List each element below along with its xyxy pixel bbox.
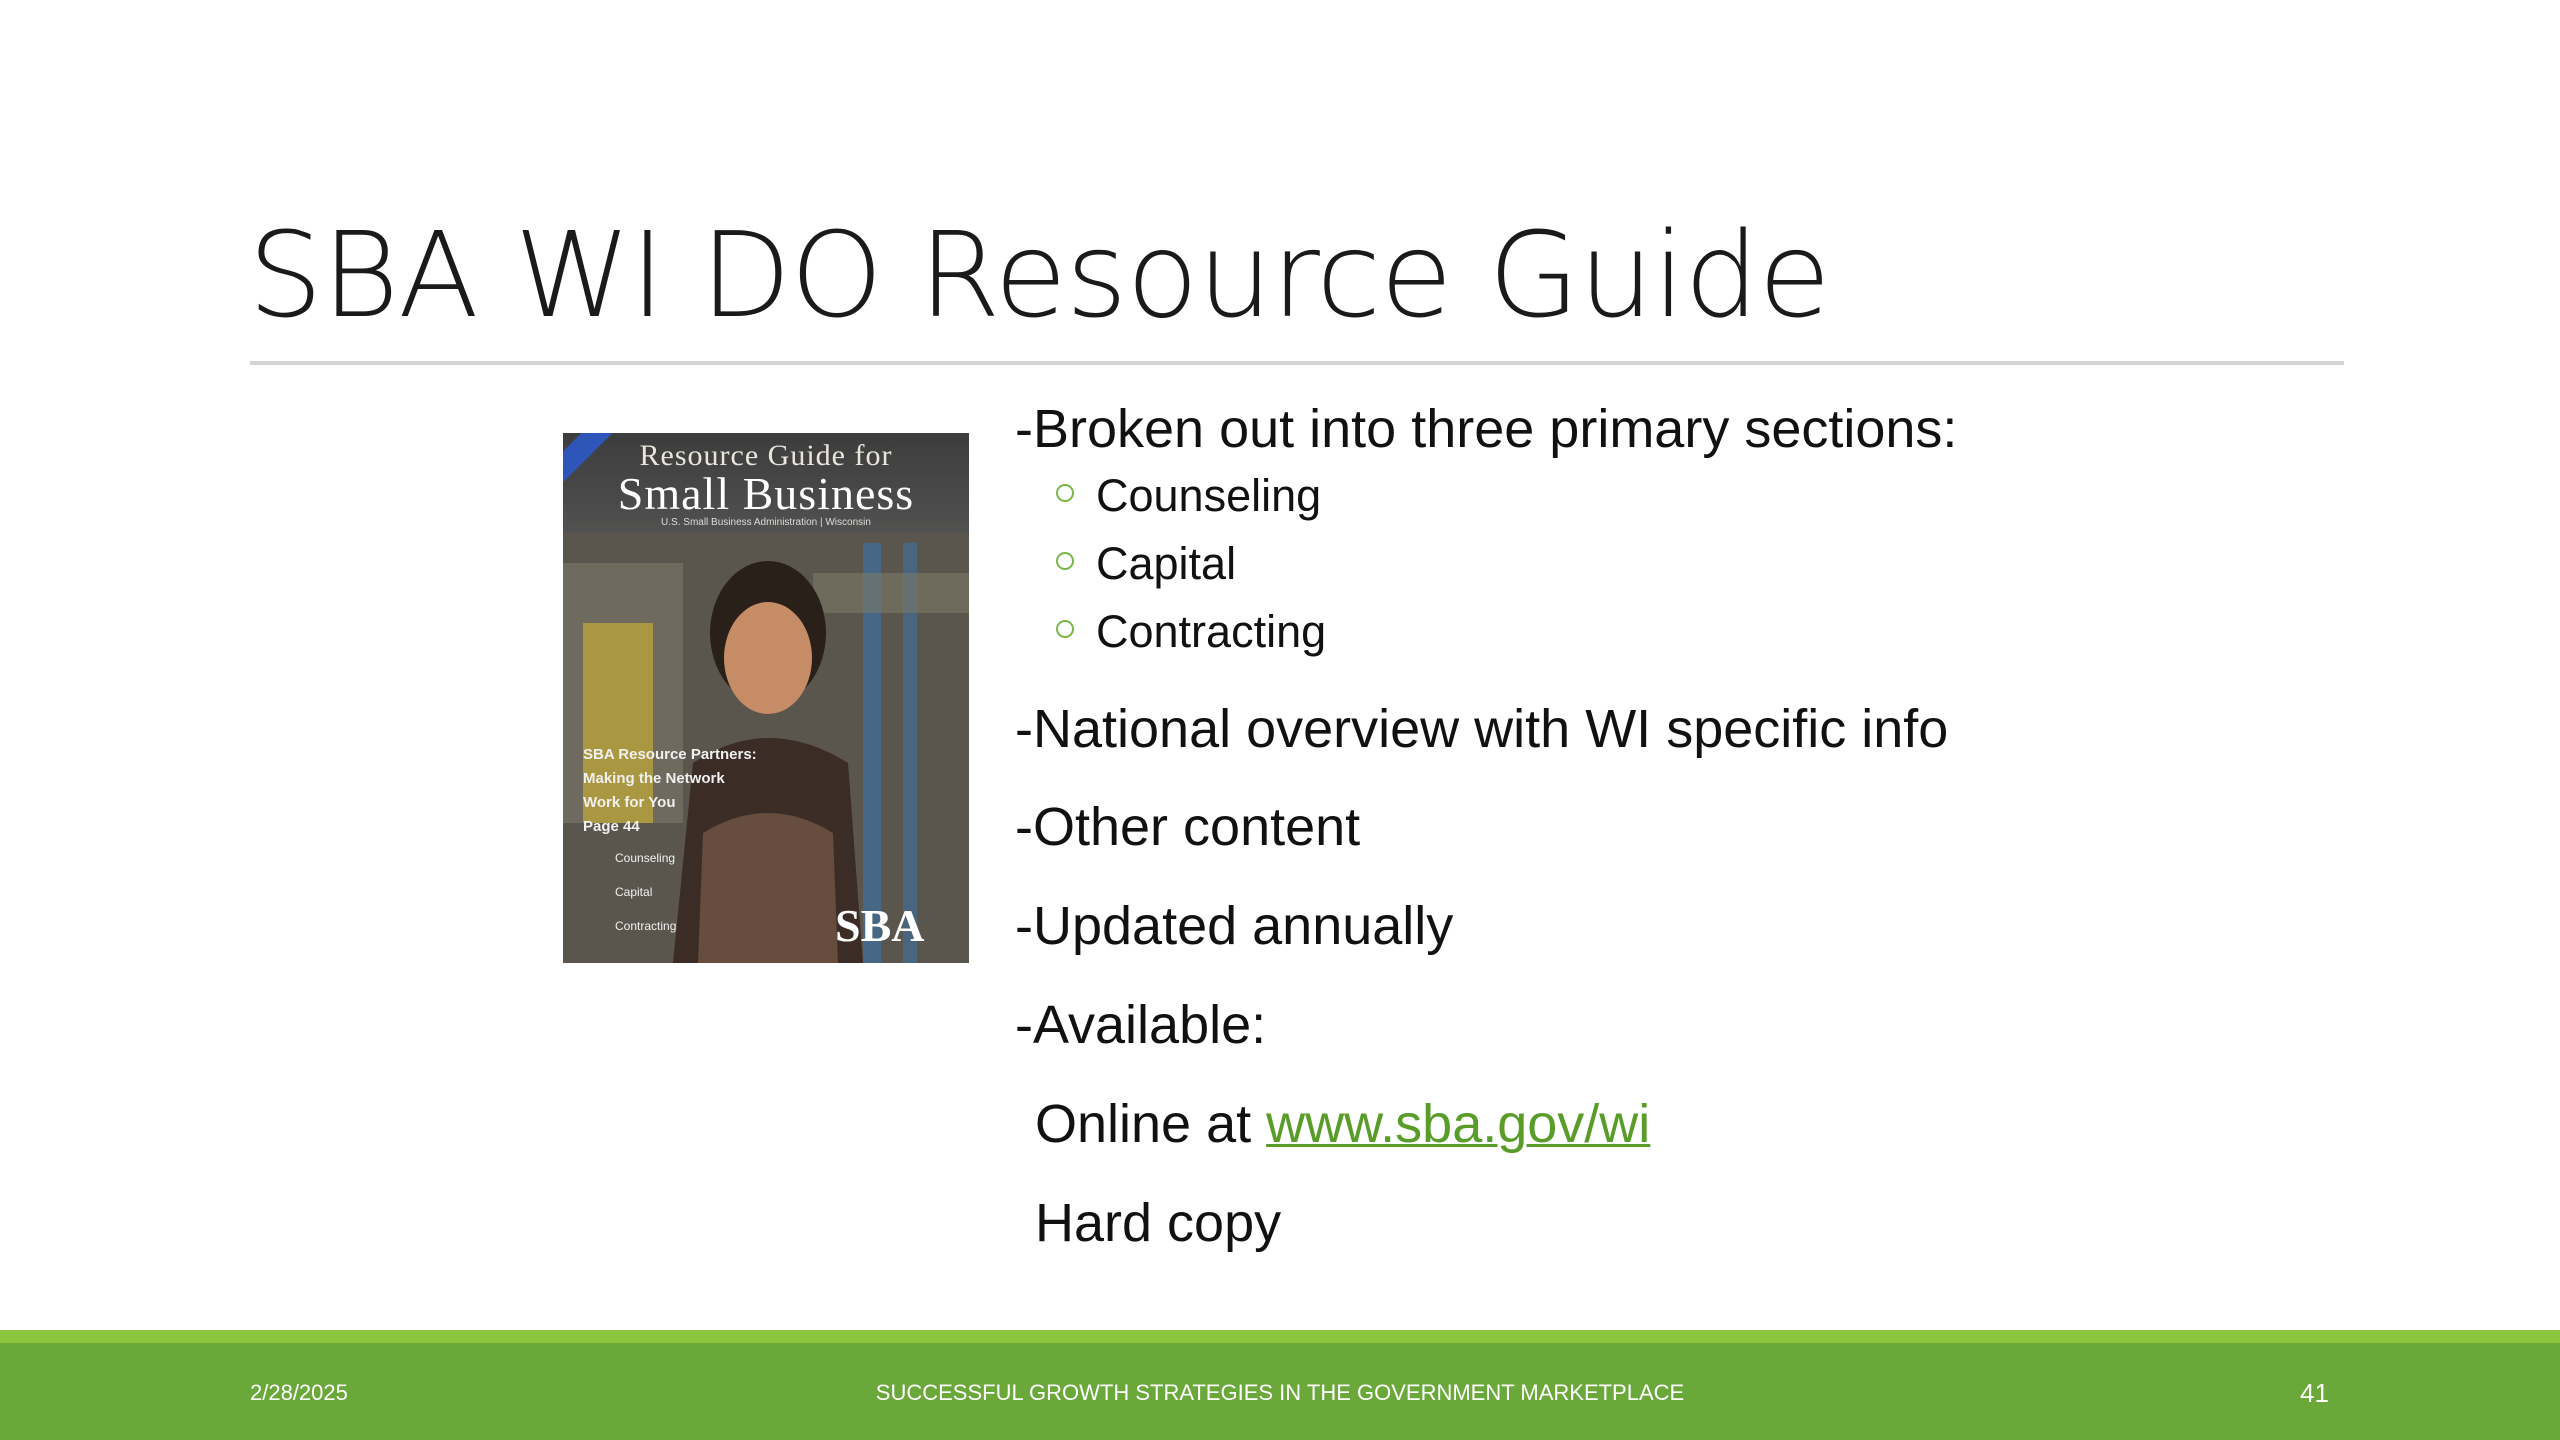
cover-subtitle: U.S. Small Business Administration | Wis… xyxy=(661,517,871,528)
cover-title-line2: Small Business xyxy=(617,468,915,519)
footer-accent-bar xyxy=(0,1330,2560,1343)
cover-list: Counseling Capital Contracting xyxy=(615,841,745,943)
cover-list-item: Capital xyxy=(615,885,653,899)
circle-bullet-icon xyxy=(1056,552,1074,571)
slide-title: SBA WI DO Resource Guide xyxy=(248,206,1831,344)
title-divider xyxy=(250,361,2344,365)
sub-bullet-label: Counseling xyxy=(1096,470,1322,521)
sub-bullet-label: Capital xyxy=(1096,538,1237,589)
bullet-hard-copy: Hard copy xyxy=(1035,1193,1282,1253)
bullet-online: Online at www.sba.gov/wi xyxy=(1035,1091,1650,1157)
sub-bullet-capital: Capital xyxy=(1056,536,1236,592)
slide: SBA WI DO Resource Guide Resource Guide … xyxy=(0,0,2560,1440)
bullet-available: -Available: xyxy=(1015,995,1267,1055)
sub-bullet-counseling: Counseling xyxy=(1056,468,1321,524)
bullet-national-overview: -National overview with WI specific info xyxy=(1015,699,1949,759)
cover-teaser-line: Work for You xyxy=(583,794,676,811)
bullet-updated-annually: -Updated annually xyxy=(1015,896,1454,956)
cover-teaser: SBA Resource Partners: Making the Networ… xyxy=(583,743,763,839)
footer-title: SUCCESSFUL GROWTH STRATEGIES IN THE GOVE… xyxy=(875,1380,1685,1405)
online-prefix: Online at xyxy=(1035,1094,1267,1154)
cover-list-item: Counseling xyxy=(615,851,676,865)
sba-logo: SBA xyxy=(835,900,925,951)
bullet-sections: -Broken out into three primary sections: xyxy=(1015,399,1958,459)
cover-teaser-line: SBA Resource Partners: xyxy=(583,746,757,763)
cover-list-item: Contracting xyxy=(615,919,677,933)
resource-guide-cover-image: Resource Guide for Small Business U.S. S… xyxy=(563,433,969,963)
sub-bullet-contracting: Contracting xyxy=(1056,604,1326,660)
cover-teaser-line: Page 44 xyxy=(583,818,640,835)
circle-bullet-icon xyxy=(1056,620,1074,639)
cover-teaser-line: Making the Network xyxy=(583,770,725,787)
slide-number: 41 xyxy=(2300,1378,2329,1408)
sub-bullet-label: Contracting xyxy=(1096,606,1327,657)
sba-wi-link[interactable]: www.sba.gov/wi xyxy=(1266,1094,1650,1154)
circle-bullet-icon xyxy=(1056,484,1074,503)
bullet-other-content: -Other content xyxy=(1015,797,1361,857)
